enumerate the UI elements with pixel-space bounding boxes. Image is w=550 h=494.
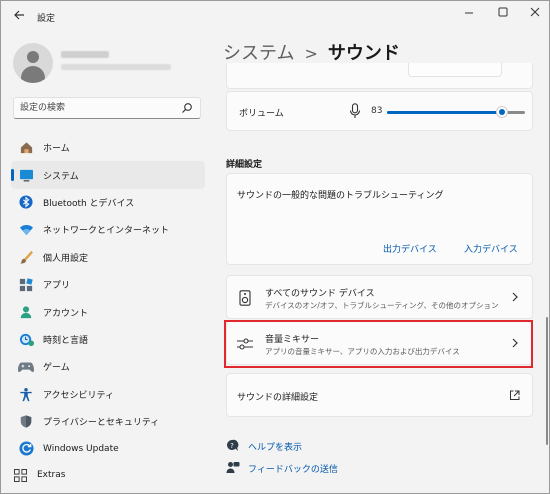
highlight-box xyxy=(224,320,533,368)
maximize-button[interactable] xyxy=(486,1,520,29)
volume-label: ボリューム xyxy=(239,109,284,119)
sidebar-item-accounts[interactable]: アカウント xyxy=(11,298,205,325)
paintbrush-icon xyxy=(18,249,34,265)
all-sound-devices-row[interactable]: すべてのサウンド デバイス デバイスのオン/オフ、トラブルシューティング、その他… xyxy=(226,275,533,319)
more-sound-settings-title: サウンドの詳細設定 xyxy=(237,393,319,403)
send-feedback-link[interactable]: フィードバックの送信 xyxy=(226,461,338,475)
bluetooth-icon xyxy=(18,194,34,210)
search-icon[interactable] xyxy=(181,102,193,114)
sidebar-item-bluetooth[interactable]: Bluetooth とデバイス xyxy=(11,189,205,216)
home-icon xyxy=(18,140,34,156)
settings-window: 設定 ホーム システム xyxy=(0,0,550,494)
volume-value: 83 xyxy=(371,106,383,116)
minimize-icon xyxy=(465,12,473,14)
sidebar-item-extras[interactable]: Extras xyxy=(11,467,65,483)
sidebar-item-home[interactable]: ホーム xyxy=(11,134,205,161)
sidebar-item-accessibility[interactable]: アクセシビリティ xyxy=(11,381,205,408)
show-help-text: ヘルプを表示 xyxy=(248,442,303,453)
accessibility-icon xyxy=(18,386,34,402)
help-chat-icon: ? xyxy=(226,439,240,453)
volume-slider-thumb[interactable] xyxy=(495,106,508,118)
all-sound-devices-title: すべてのサウンド デバイス xyxy=(265,289,375,299)
sidebar-item-windows-update[interactable]: Windows Update xyxy=(11,435,205,462)
page-title: サウンド xyxy=(327,43,400,64)
show-help-link[interactable]: ? ヘルプを表示 xyxy=(226,439,302,453)
close-icon xyxy=(530,7,540,17)
breadcrumb: システム > サウンド xyxy=(223,39,400,65)
sidebar-item-network[interactable]: ネットワークとインターネット xyxy=(11,216,205,243)
back-button[interactable] xyxy=(11,9,27,25)
input-devices-button[interactable]: 入力デバイス xyxy=(464,242,518,255)
troubleshoot-card: サウンドの一般的な問題のトラブルシューティング 出力デバイス 入力デバイス xyxy=(226,173,533,265)
output-card-clipped xyxy=(226,63,533,89)
sidebar-item-gaming[interactable]: ゲーム xyxy=(11,353,205,380)
sidebar-item-time-language[interactable]: 時刻と言語 xyxy=(11,326,205,353)
sidebar-item-apps[interactable]: アプリ xyxy=(11,271,205,298)
user-avatar-icon[interactable] xyxy=(13,43,53,83)
external-link-icon xyxy=(510,390,520,400)
speaker-device-icon xyxy=(237,290,253,306)
scrollbar[interactable] xyxy=(546,317,548,445)
more-sound-settings-row[interactable]: サウンドの詳細設定 xyxy=(226,373,533,417)
profile-name-redacted xyxy=(61,51,109,58)
sidebar-item-system[interactable]: システム xyxy=(11,161,205,189)
close-button[interactable] xyxy=(518,1,549,29)
volume-slider-fill xyxy=(387,111,502,114)
volume-card: ボリューム 83 xyxy=(226,91,533,131)
extras-grid-icon xyxy=(12,467,28,483)
output-devices-button[interactable]: 出力デバイス xyxy=(383,242,437,255)
system-display-icon xyxy=(18,167,34,183)
minimize-button[interactable] xyxy=(452,1,486,29)
title-bar: 設定 xyxy=(1,1,549,33)
app-title: 設定 xyxy=(37,14,56,24)
search-input[interactable] xyxy=(20,101,180,115)
advanced-section-title: 詳細設定 xyxy=(226,160,263,170)
microphone-icon[interactable] xyxy=(349,103,361,119)
windows-update-icon xyxy=(18,441,34,457)
gamepad-icon xyxy=(18,359,34,375)
clock-globe-icon xyxy=(18,331,34,347)
troubleshoot-title: サウンドの一般的な問題のトラブルシューティング xyxy=(237,191,444,201)
account-icon xyxy=(18,304,34,320)
sidebar-item-privacy-security[interactable]: プライバシーとセキュリティ xyxy=(11,408,205,435)
breadcrumb-separator: > xyxy=(304,44,318,63)
arrow-left-icon xyxy=(14,10,24,20)
apps-icon xyxy=(18,277,34,293)
profile-email-redacted xyxy=(61,64,171,70)
shield-icon xyxy=(18,414,34,430)
svg-text:?: ? xyxy=(230,442,234,450)
all-sound-devices-subtitle: デバイスのオン/オフ、トラブルシューティング、その他のオプション xyxy=(265,301,499,310)
feedback-icon xyxy=(226,461,240,475)
search-box[interactable] xyxy=(13,97,201,119)
breadcrumb-parent[interactable]: システム xyxy=(223,43,294,64)
sidebar-nav: ホーム システム Bluetooth とデバイス ネットワークとインターネット … xyxy=(11,134,205,463)
sidebar-item-personalization[interactable]: 個人用設定 xyxy=(11,244,205,271)
wifi-icon xyxy=(18,222,34,238)
clipped-button[interactable] xyxy=(408,63,502,77)
chevron-right-icon xyxy=(512,292,518,302)
maximize-icon xyxy=(498,7,508,17)
volume-slider[interactable] xyxy=(387,106,525,118)
send-feedback-text: フィードバックの送信 xyxy=(248,464,338,475)
